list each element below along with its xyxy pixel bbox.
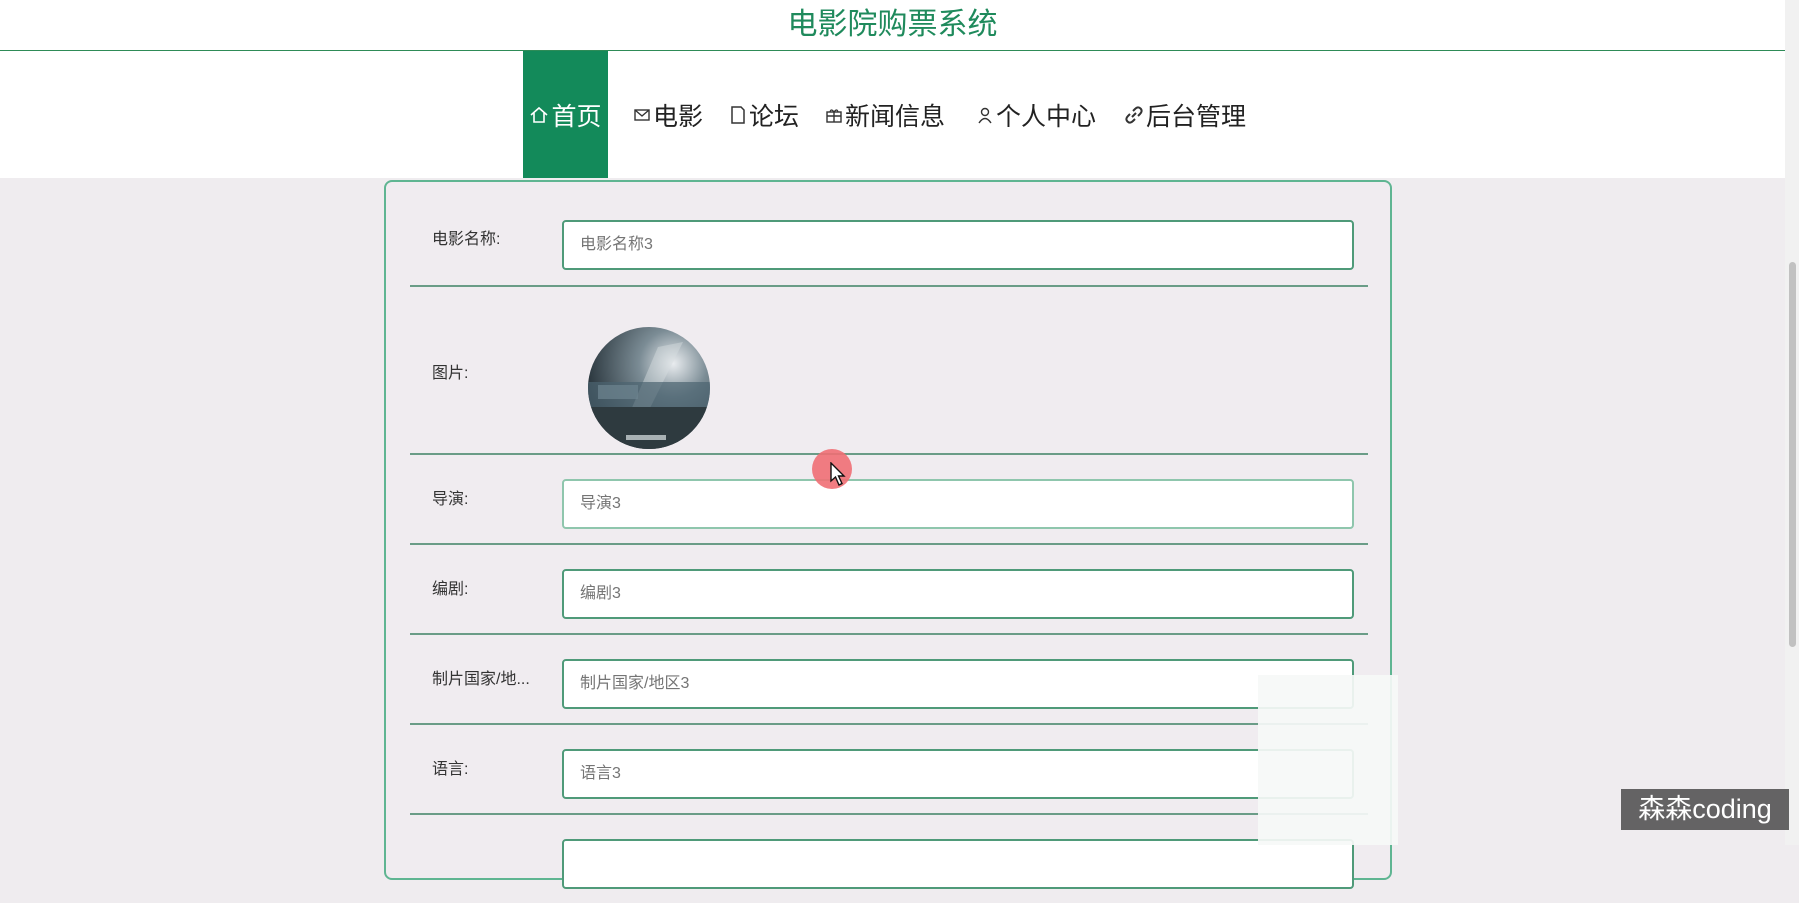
form-row-movie-name: 电影名称:: [410, 182, 1368, 287]
site-title: 电影院购票系统: [787, 8, 998, 41]
mail-icon: [633, 106, 651, 124]
scrollbar-thumb[interactable]: [1789, 262, 1796, 647]
director-input[interactable]: [562, 479, 1354, 529]
gift-icon: [825, 106, 843, 124]
movie-poster-image: [588, 327, 710, 449]
director-label: 导演:: [432, 491, 469, 508]
nav-label-profile: 个人中心: [996, 102, 1097, 131]
next-input[interactable]: [562, 839, 1354, 889]
movie-name-input[interactable]: [562, 220, 1354, 270]
site-header: 电影院购票系统: [0, 0, 1785, 51]
nav-label-news: 新闻信息: [845, 102, 946, 131]
blurred-overlay: [1258, 675, 1398, 845]
cursor-icon: [830, 461, 848, 493]
nav-label-admin: 后台管理: [1146, 102, 1247, 131]
language-label: 语言:: [432, 761, 469, 778]
main-nav: 首页 电影 论坛 新闻信息 个人中心 后台管理: [0, 51, 1785, 178]
nav-item-admin[interactable]: 后台管理: [1124, 51, 1246, 178]
movie-name-label: 电影名称:: [432, 231, 501, 248]
nav-item-home[interactable]: 首页: [523, 51, 608, 178]
watermark: 森森coding: [1621, 789, 1789, 830]
nav-label-forum: 论坛: [749, 102, 800, 131]
link-icon: [1124, 105, 1144, 125]
nav-item-movies[interactable]: 电影: [633, 51, 703, 178]
nav-item-news[interactable]: 新闻信息: [825, 51, 945, 178]
image-label: 图片:: [432, 365, 469, 382]
form-row-country: 制片国家/地...: [410, 635, 1368, 725]
home-icon: [529, 105, 549, 125]
form-row-screenwriter: 编剧:: [410, 545, 1368, 635]
language-input[interactable]: [562, 749, 1354, 799]
form-row-next: [410, 815, 1368, 903]
country-input[interactable]: [562, 659, 1354, 709]
form-row-image: 图片:: [410, 287, 1368, 455]
nav-label-movies: 电影: [653, 102, 704, 131]
document-icon: [729, 105, 747, 125]
nav-item-profile[interactable]: 个人中心: [976, 51, 1096, 178]
country-label: 制片国家/地...: [432, 671, 530, 688]
screenwriter-input[interactable]: [562, 569, 1354, 619]
nav-item-forum[interactable]: 论坛: [729, 51, 799, 178]
form-row-director: 导演:: [410, 455, 1368, 545]
nav-label-home: 首页: [551, 102, 602, 131]
user-icon: [976, 106, 994, 124]
form-row-language: 语言:: [410, 725, 1368, 815]
movie-detail-form: 电影名称: 图片: 导演: [384, 180, 1392, 889]
screenwriter-label: 编剧:: [432, 581, 469, 598]
